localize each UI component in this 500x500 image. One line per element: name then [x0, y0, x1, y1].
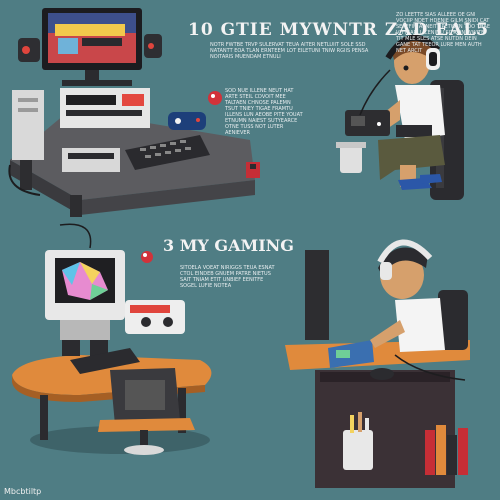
bottom-left-desk-scene — [12, 223, 212, 455]
footer-text: Mbcbtiltp — [4, 487, 42, 496]
paragraph-top-right: ZO LEETTE SIAS ALLEEE OE GNI VOCIIP NDET… — [396, 12, 491, 54]
heading-mid: 3 MY GAMING — [163, 236, 294, 255]
bottom-right-gamer-scene — [285, 239, 470, 488]
books — [425, 430, 435, 475]
top-right-gamer-scene — [336, 34, 464, 200]
mug — [340, 145, 362, 173]
paragraph-top-mid: NOTR FWTBE TRVP SULERVAT TEUA AITER NETL… — [210, 42, 369, 60]
paragraph-mid-left: SOD NUE ILLENE NEUT HAT ARTE STEIL CDVOI… — [225, 88, 303, 136]
pencil-cup — [343, 430, 373, 470]
gamepad — [168, 112, 206, 130]
paragraph-mid-low: SITOELA VOEAT NIRIGGS TEUA ESNAT CTOL EI… — [180, 265, 275, 289]
